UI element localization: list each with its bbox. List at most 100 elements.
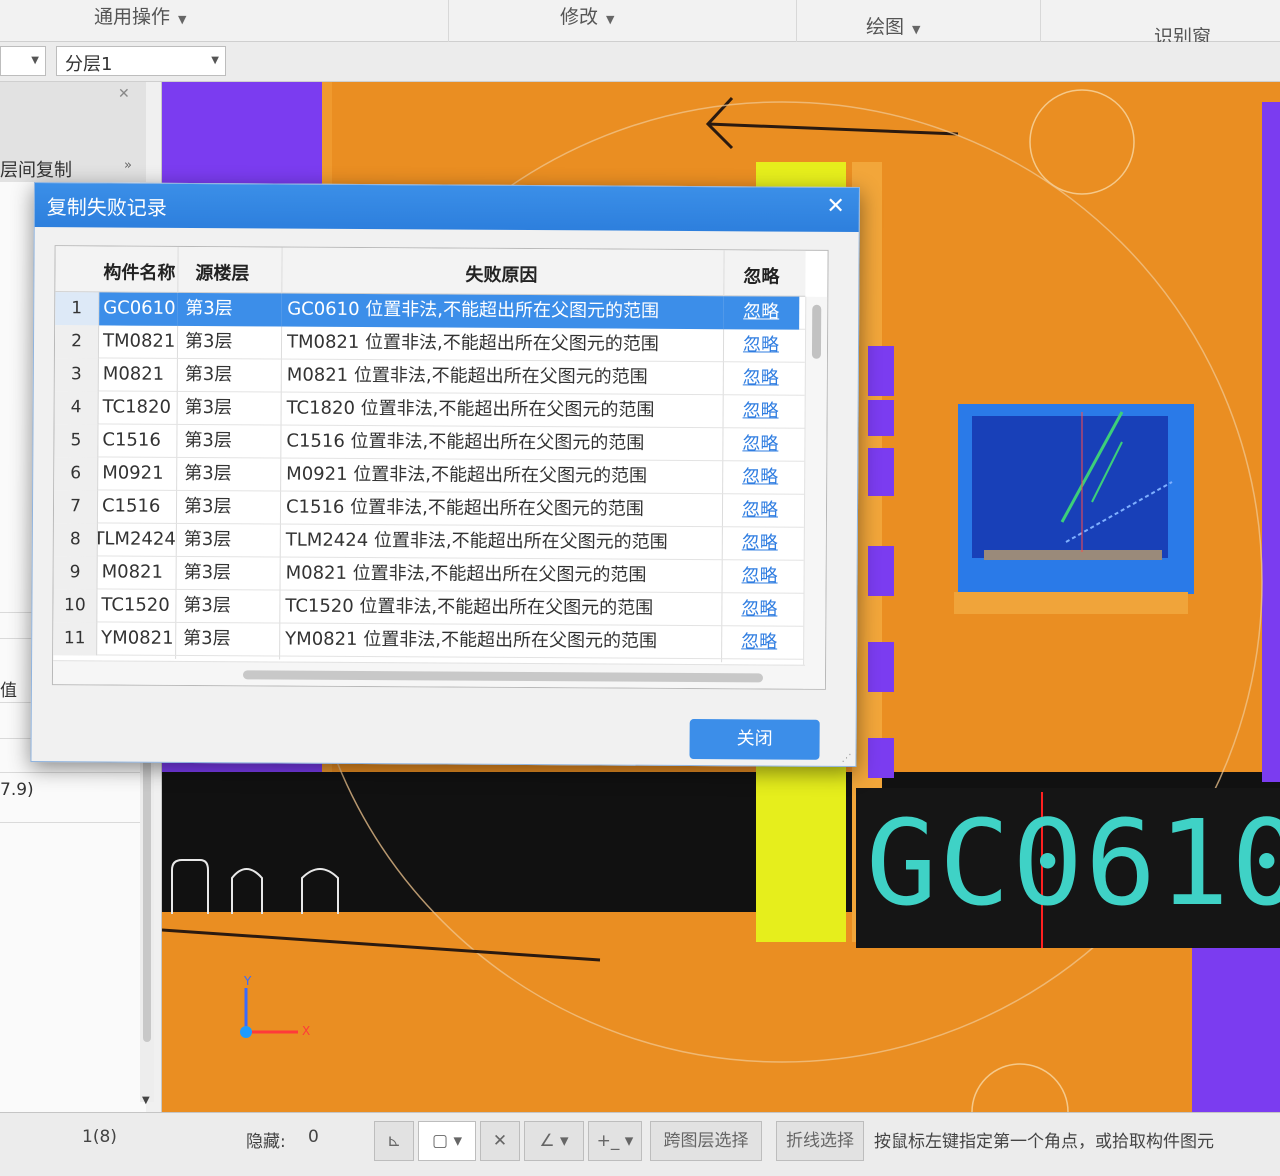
table-header: 构件名称 源楼层 失败原因 忽略: [55, 246, 806, 297]
box-select-icon[interactable]: ▢ ▾: [418, 1121, 476, 1161]
ignore-link[interactable]: 忽略: [722, 461, 798, 494]
source-floor: 第3层: [177, 292, 282, 327]
offset-icon[interactable]: +_ ▾: [588, 1121, 642, 1161]
component-name: M0921: [102, 462, 164, 484]
column-header-name[interactable]: 构件名称: [103, 258, 177, 284]
row-number: 10: [53, 589, 98, 623]
layer-select-value: 分层1: [65, 54, 113, 75]
component-name: M0821: [101, 561, 164, 583]
dialog-title: 复制失败记录: [46, 195, 167, 220]
source-floor: 第3层: [184, 429, 232, 452]
row-number: 4: [54, 391, 99, 425]
slab-right-top: [1262, 102, 1280, 782]
source-floor: 第3层: [184, 462, 232, 485]
polyline-select-button[interactable]: 折线选择: [776, 1121, 864, 1161]
column-header-reason[interactable]: 失败原因: [465, 261, 537, 287]
table-row[interactable]: 7 C1516 第3层 C1516 位置非法,不能超出所在父图元的范围 忽略: [53, 490, 805, 528]
ribbon-divider: [796, 0, 797, 42]
failure-reason: M0921 位置非法,不能超出所在父图元的范围: [286, 463, 648, 487]
row-number: 3: [54, 358, 99, 392]
failure-reason: TC1520 位置非法,不能超出所在父图元的范围: [285, 595, 654, 619]
table-row[interactable]: 4 TC1820 第3层 TC1820 位置非法,不能超出所在父图元的范围 忽略: [54, 391, 805, 429]
failure-reason: TC1820 位置非法,不能超出所在父图元的范围: [286, 397, 655, 421]
table-row[interactable]: 9 M0821 第3层 M0821 位置非法,不能超出所在父图元的范围 忽略: [53, 556, 804, 594]
table-row[interactable]: 5 C1516 第3层 C1516 位置非法,不能超出所在父图元的范围 忽略: [54, 424, 805, 462]
copy-failure-dialog: 复制失败记录 ✕ 构件名称 源楼层 失败原因 忽略 1 GC0610 第3层 G…: [30, 182, 860, 768]
ignore-link[interactable]: 忽略: [722, 560, 798, 593]
component-name: TM0821: [102, 330, 176, 352]
source-floor: 第3层: [184, 396, 233, 419]
double-chevron-icon[interactable]: »: [124, 158, 132, 173]
table-row[interactable]: 6 M0921 第3层 M0921 位置非法,不能超出所在父图元的范围 忽略: [54, 457, 805, 495]
ignore-link[interactable]: 忽略: [722, 527, 798, 560]
ignore-link[interactable]: 忽略: [721, 593, 797, 626]
table-row[interactable]: 11 YM0821 第3层 YM0821 位置非法,不能超出所在父图元的范围 忽…: [53, 622, 804, 660]
ignore-link[interactable]: 忽略: [723, 362, 799, 395]
canvas-label: GC0610: [866, 794, 1280, 932]
component-name: TC1520: [101, 594, 170, 616]
ignore-link[interactable]: 忽略: [723, 296, 800, 330]
floor-select[interactable]: ▼: [0, 46, 46, 76]
resize-grip-icon[interactable]: ⋰: [841, 753, 851, 764]
component-name: M0821: [102, 363, 165, 385]
ignore-link[interactable]: 忽略: [723, 329, 799, 362]
close-button[interactable]: 关闭: [689, 719, 820, 760]
list-divider: [0, 822, 146, 823]
source-floor: 第3层: [183, 594, 231, 617]
component-name: C1516: [102, 429, 161, 451]
ribbon-group-draw[interactable]: 绘图 ▼: [866, 12, 920, 39]
cross-layer-select-button[interactable]: 跨图层选择: [650, 1121, 762, 1161]
scrollbar-thumb[interactable]: [811, 304, 822, 359]
ignore-link[interactable]: 忽略: [723, 395, 799, 428]
scroll-down-icon[interactable]: ▼: [142, 1095, 150, 1106]
source-floor: 第3层: [183, 561, 232, 584]
failure-reason: C1516 位置非法,不能超出所在父图元的范围: [285, 496, 644, 520]
table-row[interactable]: 1 GC0610 第3层 GC0610 位置非法,不能超出所在父图元的范围 忽略: [55, 292, 806, 330]
ribbon-group-modify[interactable]: 修改 ▼: [560, 2, 614, 29]
table-row[interactable]: 8 TLM2424 第3层 TLM2424 位置非法,不能超出所在父图元的范围 …: [53, 523, 804, 561]
close-icon[interactable]: ✕: [826, 194, 845, 219]
chevron-down-icon: ▼: [211, 55, 219, 66]
window-pane: [972, 416, 1168, 558]
status-hint: 按鼠标左键指定第一个角点，或拾取构件图元: [874, 1132, 1214, 1152]
table-row[interactable]: 2 TM0821 第3层 TM0821 位置非法,不能超出所在父图元的范围 忽略: [54, 325, 806, 363]
ignore-link[interactable]: 忽略: [721, 626, 797, 659]
source-floor: 第3层: [183, 528, 232, 551]
axis-y-label: Y: [244, 974, 252, 988]
ribbon-group-general[interactable]: 通用操作 ▼: [94, 2, 186, 29]
table-horizontal-scrollbar[interactable]: [52, 660, 806, 689]
close-icon[interactable]: ✕: [118, 86, 130, 102]
table-vertical-scrollbar[interactable]: [802, 296, 828, 690]
table-row[interactable]: 10 TC1520 第3层 TC1520 位置非法,不能超出所在父图元的范围 忽…: [53, 589, 804, 627]
chevron-down-icon: ▼: [912, 23, 921, 36]
chevron-down-icon: ▼: [606, 13, 615, 26]
table-row[interactable]: 3 M0821 第3层 M0821 位置非法,不能超出所在父图元的范围 忽略: [54, 358, 805, 396]
component-name: C1516: [101, 495, 161, 517]
component-name: YM0821: [101, 627, 174, 649]
failure-reason: TLM2424 位置非法,不能超出所在父图元的范围: [285, 529, 668, 553]
cross-select-icon[interactable]: ✕: [480, 1121, 520, 1161]
ribbon: 通用操作 ▼ 修改 ▼ 绘图 ▼ 识别窗: [0, 0, 1280, 48]
column-header-ignore[interactable]: 忽略: [743, 262, 779, 288]
failure-reason: GC0610 位置非法,不能超出所在父图元的范围: [281, 293, 724, 330]
failure-reason: M0821 位置非法,不能超出所在父图元的范围: [286, 364, 648, 388]
component-name: GC0610: [99, 292, 178, 326]
dialog-title-bar[interactable]: 复制失败记录 ✕: [34, 183, 859, 233]
column-header-floor[interactable]: 源楼层: [195, 259, 249, 285]
source-floor: 第3层: [184, 330, 233, 353]
ribbon-divider: [448, 0, 449, 42]
component-name: TLM2424: [97, 528, 176, 550]
left-panel-section-label[interactable]: 层间复制: [0, 156, 72, 182]
orthogonal-icon[interactable]: ⊾: [374, 1121, 414, 1161]
angle-icon[interactable]: ∠ ▾: [524, 1121, 584, 1161]
layer-toolbar: ▼ 分层1 ▼: [0, 42, 1280, 82]
scrollbar-thumb[interactable]: [242, 670, 764, 683]
layer-select[interactable]: 分层1 ▼: [56, 46, 226, 76]
property-value-number: 7.9): [0, 780, 34, 800]
row-number: 1: [55, 292, 100, 326]
ignore-link[interactable]: 忽略: [722, 494, 798, 527]
ignore-link[interactable]: 忽略: [722, 428, 798, 461]
hidden-count: 0: [308, 1127, 319, 1147]
axis-x-label: X: [302, 1024, 311, 1038]
row-number: 5: [54, 424, 99, 458]
